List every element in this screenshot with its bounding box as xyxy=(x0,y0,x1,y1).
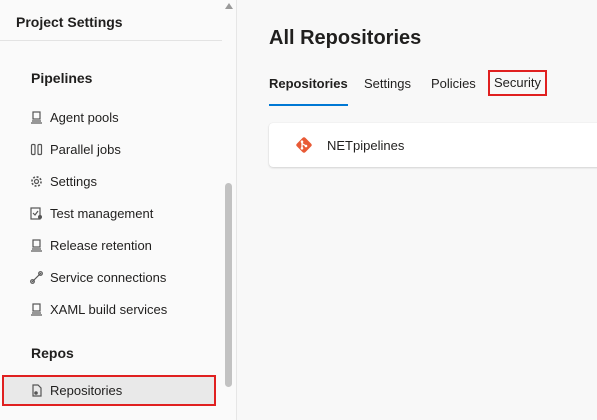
sidebar-item-label: Parallel jobs xyxy=(50,141,121,157)
xaml-build-icon xyxy=(30,302,43,316)
tab-settings[interactable]: Settings xyxy=(364,74,411,108)
sidebar-item-settings[interactable]: Settings xyxy=(2,166,216,196)
sidebar-item-service-connections[interactable]: Service connections xyxy=(2,262,216,292)
tab-policies[interactable]: Policies xyxy=(431,74,476,108)
section-heading-pipelines: Pipelines xyxy=(31,70,93,86)
sidebar-item-label: Settings xyxy=(50,173,97,189)
git-icon xyxy=(295,136,313,154)
sidebar-item-label: Agent pools xyxy=(50,109,119,125)
parallel-jobs-icon xyxy=(30,143,43,156)
sidebar-item-release-retention[interactable]: Release retention xyxy=(2,230,216,260)
scroll-up-arrow-icon[interactable] xyxy=(224,1,234,11)
repository-name: NETpipelines xyxy=(327,137,405,153)
service-connection-icon xyxy=(30,270,43,284)
sidebar-item-label: Repositories xyxy=(50,383,123,398)
sidebar-item-agent-pools[interactable]: Agent pools xyxy=(2,102,216,132)
sidebar: Project Settings Pipelines Agent pools P… xyxy=(0,0,237,420)
gear-icon xyxy=(30,175,43,188)
page-title: All Repositories xyxy=(269,27,422,49)
repository-icon xyxy=(30,384,43,397)
agent-pool-icon xyxy=(30,110,43,124)
sidebar-item-xaml-build-services[interactable]: XAML build services xyxy=(2,294,216,324)
sidebar-item-repositories[interactable]: Repositories xyxy=(2,375,216,406)
sidebar-item-label: XAML build services xyxy=(50,301,168,317)
sidebar-item-parallel-jobs[interactable]: Parallel jobs xyxy=(2,134,216,164)
release-retention-icon xyxy=(30,238,43,252)
repository-card[interactable]: NETpipelines xyxy=(269,123,597,167)
sidebar-item-test-management[interactable]: Test management xyxy=(2,198,216,228)
section-heading-repos: Repos xyxy=(31,345,74,361)
sidebar-item-label: Release retention xyxy=(50,237,152,253)
tab-security[interactable]: Security xyxy=(488,70,547,96)
main-content: All Repositories Repositories Settings P… xyxy=(237,0,597,420)
sidebar-scrollbar[interactable] xyxy=(222,0,236,420)
sidebar-item-label: Service connections xyxy=(50,269,167,285)
sidebar-divider xyxy=(0,40,222,41)
sidebar-title: Project Settings xyxy=(16,14,123,30)
sidebar-item-label: Test management xyxy=(50,205,154,221)
tab-repositories[interactable]: Repositories xyxy=(269,74,348,108)
test-management-icon xyxy=(30,206,43,220)
scrollbar-thumb[interactable] xyxy=(225,183,232,387)
